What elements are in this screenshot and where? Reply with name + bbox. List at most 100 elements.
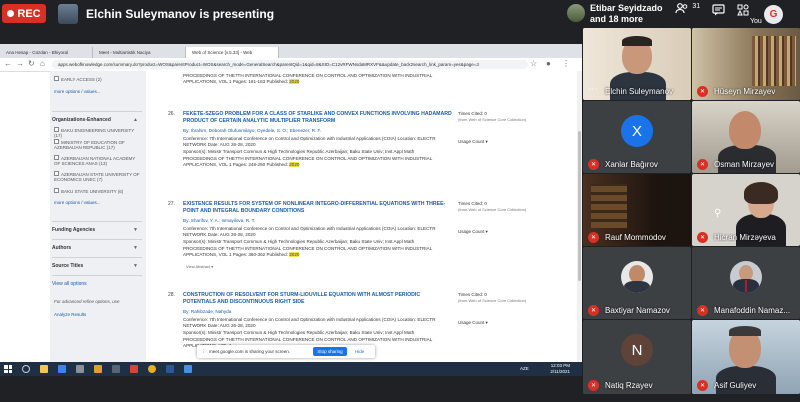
participant-tile[interactable]: ✕ Hüseyn Mirzayev bbox=[692, 28, 800, 100]
participant-name: Rauf Mommodov bbox=[605, 233, 666, 242]
clock-date: 2/11/2021 bbox=[550, 369, 570, 374]
people-icon bbox=[675, 3, 688, 14]
results-list: PROCEEDINGS OF THE7TH INTERNATIONAL CONF… bbox=[146, 71, 582, 362]
org-filter[interactable]: AZERBAIJAN STATE UNIVERSITY OF ECONOMICS… bbox=[54, 171, 140, 182]
authors-section[interactable]: Authors ▼ bbox=[52, 239, 142, 251]
participant-tile[interactable]: X ✕ Xanlar Bağırov bbox=[583, 101, 691, 173]
more-options-link[interactable]: more options / values... bbox=[54, 89, 101, 94]
record-number: 27. bbox=[168, 201, 175, 207]
published-year: 2020 bbox=[289, 162, 300, 167]
windows-start-icon[interactable] bbox=[4, 365, 12, 373]
app-icon[interactable] bbox=[112, 365, 120, 373]
view-abstract-link[interactable]: View Abstract ▾ bbox=[186, 264, 213, 269]
back-icon[interactable]: ← bbox=[4, 59, 12, 68]
checkbox-icon[interactable] bbox=[54, 127, 59, 132]
pages-text: APPLICATIONS, VOL 1 Pages: 161-163 Publi… bbox=[183, 79, 288, 84]
participant-avatar: X bbox=[621, 115, 653, 147]
participant-tile[interactable]: N ✕ Natiq Rzayev bbox=[583, 320, 691, 394]
more-options-icon[interactable]: ⋯ bbox=[588, 84, 598, 95]
hide-banner-button[interactable]: Hide bbox=[355, 349, 364, 354]
usage-count-dropdown[interactable]: Usage Count ▾ bbox=[458, 229, 488, 235]
view-all-options-link[interactable]: View all options bbox=[52, 275, 142, 287]
taskbar-clock[interactable]: 12:03 PM 2/11/2021 bbox=[540, 363, 570, 375]
source-titles-section[interactable]: Source Titles ▼ bbox=[52, 257, 142, 269]
record-authors[interactable]: By: Sharifov, Y. A.; Ismayilova, R. T. bbox=[183, 218, 463, 224]
section-title: Organizations-Enhanced bbox=[52, 117, 111, 123]
org-filter[interactable]: MINISTRY OF EDUCATION OF AZERBAIJAN REPU… bbox=[54, 139, 140, 150]
people-button[interactable]: 31 bbox=[675, 3, 700, 17]
scrollbar-thumb[interactable] bbox=[578, 131, 581, 281]
record-dot-icon bbox=[7, 10, 15, 17]
extension-icon[interactable]: ☆ bbox=[530, 59, 537, 68]
reload-icon[interactable]: ↻ bbox=[28, 59, 35, 68]
participant-tile[interactable]: ✕ Osman Mirzayev bbox=[692, 101, 800, 173]
usage-count-dropdown[interactable]: Usage Count ▾ bbox=[458, 320, 488, 326]
organizations-section[interactable]: Organizations-Enhanced ▲ bbox=[52, 111, 142, 123]
org-filter[interactable]: BAKU ENGINEERING UNIVERSITY (17) bbox=[54, 127, 140, 138]
pin-icon[interactable]: ⚲ bbox=[714, 208, 721, 219]
forward-icon[interactable]: → bbox=[16, 59, 24, 68]
more-options-link[interactable]: more options / values... bbox=[54, 200, 101, 205]
record-title[interactable]: EXISTENCE RESULTS FOR SYSTEM OF NONLINEA… bbox=[183, 201, 453, 215]
record-authors[interactable]: By: Ibrahim, Deborah Olufunmilayo; Oyede… bbox=[183, 128, 463, 134]
activities-icon[interactable] bbox=[737, 4, 749, 16]
browser-tab[interactable]: Meet - Multiartistik Naciya bbox=[93, 47, 186, 58]
user-avatar[interactable]: G bbox=[764, 5, 783, 24]
others-avatar bbox=[567, 4, 585, 22]
profile-icon[interactable]: ● bbox=[546, 59, 551, 68]
page-scrollbar[interactable] bbox=[577, 71, 582, 362]
participant-tile[interactable]: ✕ Baxtiyar Namazov bbox=[583, 247, 691, 319]
participant-tile[interactable]: ✕ Asif Guliyev bbox=[692, 320, 800, 394]
checkbox-icon[interactable] bbox=[54, 171, 59, 176]
file-explorer-icon[interactable] bbox=[40, 365, 48, 373]
funding-section[interactable]: Funding Agencies ▼ bbox=[52, 221, 142, 233]
early-access-filter[interactable]: EARLY ACCESS (2) bbox=[54, 76, 102, 82]
participant-tile[interactable]: ✕ Rauf Mommodov bbox=[583, 174, 691, 246]
skype-icon[interactable] bbox=[184, 365, 192, 373]
chat-icon[interactable] bbox=[712, 4, 725, 16]
participant-tile[interactable]: ✕ Manafoddin Namaz... bbox=[692, 247, 800, 319]
participant-tile[interactable]: ⚲ ✕ Hicran Mirzəyeva bbox=[692, 174, 800, 246]
times-cited[interactable]: Times Cited: 0 (from Web of Science Core … bbox=[458, 201, 538, 213]
search-icon[interactable] bbox=[22, 365, 30, 373]
edge-icon[interactable] bbox=[58, 365, 66, 373]
checkbox-icon[interactable] bbox=[54, 76, 59, 81]
org-filter[interactable]: AZERBAIJAN NATIONAL ACADEMY OF SCIENCES … bbox=[54, 155, 140, 166]
times-cited[interactable]: Times Cited: 0 (from Web of Science Core … bbox=[458, 111, 538, 123]
record-number: 26. bbox=[168, 111, 175, 117]
checkbox-icon[interactable] bbox=[54, 188, 59, 193]
others-list[interactable]: Etibar Seyidzado and 18 more bbox=[590, 3, 663, 25]
language-indicator[interactable]: AZE bbox=[520, 366, 529, 371]
published-year: 2020 bbox=[289, 252, 300, 257]
record-title[interactable]: CONSTRUCTION OF RESOLVENT FOR STURM-LIOU… bbox=[183, 292, 453, 306]
browser-tab-active[interactable]: Web of Science [v.5.33] - Web bbox=[186, 47, 279, 58]
pages-text: APPLICATIONS, VOL 1 Pages: 248-250 Publi… bbox=[183, 162, 288, 167]
url-field[interactable]: apps.webofknowledge.com/summary.do?produ… bbox=[52, 60, 528, 69]
word-icon[interactable] bbox=[166, 365, 174, 373]
participant-avatar bbox=[621, 261, 653, 293]
analyze-results-link[interactable]: Analyze Results bbox=[54, 312, 86, 317]
record-conference: Conference: 7th International Conference… bbox=[183, 317, 436, 328]
record-authors[interactable]: By: Rahibzade, Nahyda bbox=[183, 309, 463, 315]
participant-name: Baxtiyar Namazov bbox=[605, 306, 670, 315]
menu-icon[interactable]: ⋮ bbox=[562, 59, 570, 68]
checkbox-icon[interactable] bbox=[54, 155, 59, 160]
stop-sharing-button[interactable]: Stop sharing bbox=[313, 347, 347, 356]
browser-tab[interactable]: Ana Hesap - Cüzdan - Bhiyoral bbox=[0, 47, 93, 58]
screen-share-banner: ⋮ meet.google.com is sharing your screen… bbox=[197, 345, 375, 358]
times-cited[interactable]: Times Cited: 0 (from Web of Science Core … bbox=[458, 292, 538, 304]
mail-icon[interactable] bbox=[76, 365, 84, 373]
home-icon[interactable]: ⌂ bbox=[40, 59, 45, 68]
participant-name: Xanlar Bağırov bbox=[605, 160, 658, 169]
store-icon[interactable] bbox=[94, 365, 102, 373]
opera-icon[interactable] bbox=[130, 365, 138, 373]
checkbox-icon[interactable] bbox=[54, 139, 59, 144]
record-proceedings-pages: APPLICATIONS, VOL 1 Pages: 360-362 Publi… bbox=[183, 252, 463, 258]
record-title[interactable]: FEKETE-SZEGO PROBLEM FOR A CLASS OF STAR… bbox=[183, 111, 453, 125]
drag-handle-icon[interactable]: ⋮ bbox=[201, 349, 206, 355]
chrome-icon[interactable] bbox=[148, 365, 156, 373]
org-filter[interactable]: BAKU STATE UNIVERSITY (6) bbox=[54, 188, 123, 194]
usage-count-dropdown[interactable]: Usage Count ▾ bbox=[458, 139, 488, 145]
participant-name: Natiq Rzayev bbox=[605, 381, 653, 390]
participant-tile[interactable]: ⋯ Elchin Suleymanov bbox=[583, 28, 691, 100]
